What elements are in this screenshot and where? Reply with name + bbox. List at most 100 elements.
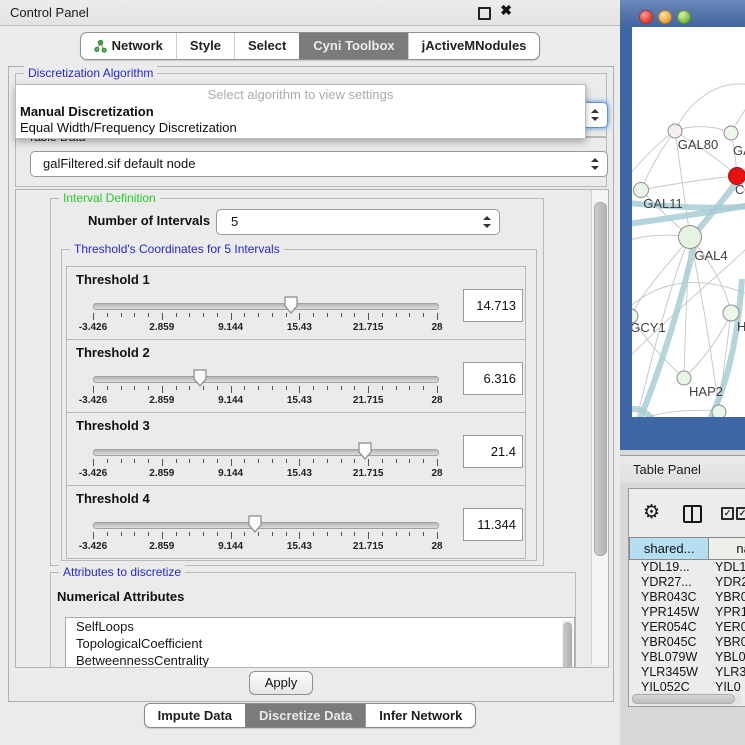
checkbox-icon[interactable]: ✓	[721, 507, 734, 520]
tab-style[interactable]: Style	[176, 33, 234, 59]
cell-shared-name[interactable]: YDL19...	[629, 560, 710, 575]
table-data-select[interactable]: galFiltered.sif default node	[30, 151, 608, 177]
table-hscrollbar-thumb[interactable]	[632, 694, 735, 704]
slider-tick-label: 9.144	[206, 468, 256, 479]
split-columns-icon[interactable]	[683, 505, 702, 523]
table-row[interactable]: YDR27...YDR2	[629, 575, 745, 590]
algorithm-option[interactable]: Manual Discretization	[20, 104, 154, 120]
tab-infer-network[interactable]: Infer Network	[365, 704, 475, 727]
slider-tick	[409, 386, 410, 390]
cell-name[interactable]: YPR1	[710, 605, 745, 620]
table-row[interactable]: YPR145WYPR1	[629, 605, 745, 620]
cyni-mode-tabs: Impute DataDiscretize DataInfer Network	[144, 703, 477, 728]
slider-tick	[423, 532, 424, 536]
close-icon[interactable]: ✖	[500, 2, 512, 19]
threshold-slider-track[interactable]	[93, 522, 439, 529]
slider-tick-label: 9.144	[206, 322, 256, 333]
algorithm-placeholder-option[interactable]: Select algorithm to view settings	[16, 87, 585, 103]
threshold-slider-thumb[interactable]	[193, 369, 207, 387]
cell-shared-name[interactable]: YBR045C	[629, 635, 710, 650]
slider-tick	[354, 459, 355, 463]
cell-name[interactable]: YDR2	[710, 575, 745, 590]
slider-tick-label: 15.43	[274, 541, 324, 552]
cell-name[interactable]: YLR3	[710, 665, 745, 680]
table-row[interactable]: YBR043CYBR0	[629, 590, 745, 605]
threshold-value-field[interactable]: 11.344	[463, 508, 523, 541]
threshold-value-field[interactable]: 21.4	[463, 435, 523, 468]
cell-shared-name[interactable]: YDR27...	[629, 575, 710, 590]
table-row[interactable]: YER054CYER0	[629, 620, 745, 635]
tab-network[interactable]: Network	[81, 33, 176, 59]
thresholds-group-title: Threshold's Coordinates for 5 Intervals	[70, 242, 284, 256]
column-header-name[interactable]: na	[709, 537, 745, 560]
slider-tick-label: 21.715	[343, 322, 393, 333]
tab-jactivemnodules[interactable]: jActiveMNodules	[408, 33, 540, 59]
slider-tick-label: 21.715	[343, 395, 393, 406]
tab-discretize-data[interactable]: Discretize Data	[245, 704, 365, 727]
slider-tick	[148, 532, 149, 536]
gear-icon[interactable]: ⚙	[643, 501, 660, 523]
slider-tick	[423, 386, 424, 390]
cell-name[interactable]: YBR0	[710, 590, 745, 605]
cell-name[interactable]: YER0	[710, 620, 745, 635]
table-row[interactable]: YDL19...YDL1	[629, 560, 745, 575]
network-node-ga[interactable]	[724, 126, 738, 140]
network-node-hap2[interactable]	[677, 371, 691, 385]
apply-button[interactable]: Apply	[249, 671, 313, 695]
attribute-item[interactable]: SelfLoops	[66, 618, 574, 635]
threshold-label: Threshold 2	[76, 345, 150, 360]
threshold-slider-thumb[interactable]	[248, 515, 262, 533]
spinner-arrows-icon	[482, 216, 490, 228]
table-row[interactable]: YBL079WYBL0	[629, 650, 745, 665]
attributes-scrollbar-thumb[interactable]	[563, 622, 572, 668]
cell-name[interactable]: YBR0	[710, 635, 745, 650]
cell-shared-name[interactable]: YLR345W	[629, 665, 710, 680]
threshold-slider-track[interactable]	[93, 376, 439, 383]
window-close-button[interactable]	[639, 10, 653, 24]
number-of-intervals-spinner[interactable]: 5	[216, 209, 500, 235]
network-window-titlebar[interactable]	[620, 0, 745, 27]
threshold-value-field[interactable]: 6.316	[463, 362, 523, 395]
network-node-gal4[interactable]	[679, 226, 702, 249]
column-header-shared-name[interactable]: shared...	[629, 537, 709, 560]
attributes-list-scrollbar[interactable]	[562, 620, 573, 668]
table-row[interactable]: YLR345WYLR3	[629, 665, 745, 680]
tab-select[interactable]: Select	[234, 33, 299, 59]
slider-tick	[176, 532, 177, 536]
cell-name[interactable]: YBL0	[710, 650, 745, 665]
slider-tick	[244, 532, 245, 536]
network-node-gal80[interactable]	[668, 124, 682, 138]
settings-scrollbar-thumb[interactable]	[594, 202, 607, 556]
tab-cyni-toolbox[interactable]: Cyni Toolbox	[299, 33, 407, 59]
slider-tick	[217, 386, 218, 390]
checkbox-icon[interactable]: ✓	[736, 507, 745, 520]
attribute-item[interactable]: TopologicalCoefficient	[66, 635, 574, 652]
window-zoom-button[interactable]	[677, 10, 691, 24]
slider-tick	[368, 386, 369, 393]
network-canvas[interactable]: GAL80GACGAL11GAL4GCY1HHAP2	[632, 27, 745, 417]
float-window-icon[interactable]	[478, 7, 491, 20]
settings-panel-scrollbar[interactable]	[591, 190, 608, 665]
threshold-value-field[interactable]: 14.713	[463, 289, 523, 322]
cell-shared-name[interactable]: YBL079W	[629, 650, 710, 665]
table-row[interactable]: YBR045CYBR0	[629, 635, 745, 650]
network-node[interactable]	[712, 405, 726, 417]
slider-tick	[368, 532, 369, 539]
cell-shared-name[interactable]: YPR145W	[629, 605, 710, 620]
threshold-slider-track[interactable]	[93, 303, 439, 310]
threshold-slider-thumb[interactable]	[358, 442, 372, 460]
window-minimize-button[interactable]	[658, 10, 672, 24]
cell-shared-name[interactable]: YBR043C	[629, 590, 710, 605]
algorithm-option[interactable]: Equal Width/Frequency Discretization	[20, 120, 237, 136]
table-horizontal-scrollbar[interactable]	[631, 693, 742, 705]
combo-arrows-icon	[590, 158, 598, 170]
cell-shared-name[interactable]: YER054C	[629, 620, 710, 635]
slider-tick	[437, 459, 438, 466]
threshold-slider-track[interactable]	[93, 449, 439, 456]
slider-tick	[382, 459, 383, 463]
tab-impute-data[interactable]: Impute Data	[145, 704, 245, 727]
attribute-item[interactable]: BetweennessCentrality	[66, 652, 574, 668]
threshold-slider-thumb[interactable]	[284, 296, 298, 314]
cell-name[interactable]: YDL1	[710, 560, 745, 575]
numerical-attributes-list[interactable]: SelfLoopsTopologicalCoefficientBetweenne…	[65, 617, 575, 668]
